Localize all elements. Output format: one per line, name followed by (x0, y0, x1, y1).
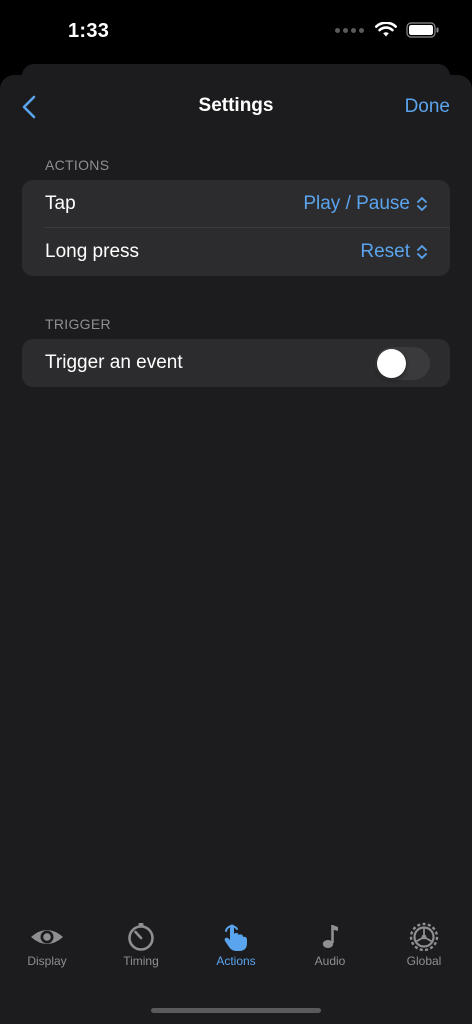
long-press-action-picker[interactable]: Reset (360, 241, 428, 263)
tab-label: Timing (123, 954, 159, 968)
row-label: Trigger an event (45, 352, 183, 373)
tap-action-row[interactable]: Tap Play / Pause (22, 180, 450, 228)
tab-label: Display (27, 954, 67, 968)
chevron-up-down-icon (417, 245, 427, 259)
picker-value: Reset (360, 241, 410, 262)
tab-bar: Display Timing Actions Audio Global (0, 912, 472, 1024)
tap-action-picker[interactable]: Play / Pause (303, 193, 428, 215)
row-label: Long press (45, 241, 140, 262)
tab-audio[interactable]: Audio (290, 922, 370, 968)
home-indicator (151, 1008, 321, 1013)
row-label: Tap (45, 193, 76, 214)
trigger-event-toggle[interactable] (375, 347, 430, 380)
tab-label: Global (406, 954, 442, 968)
section-header-actions: ACTIONS (45, 157, 110, 173)
wifi-icon (375, 22, 397, 37)
page-title: Settings (198, 95, 274, 116)
trigger-event-row: Trigger an event (22, 339, 450, 387)
section-header-trigger: TRIGGER (45, 316, 111, 332)
actions-card: Tap Play / Pause Long press Reset (22, 180, 450, 276)
long-press-action-row[interactable]: Long press Reset (22, 228, 450, 276)
tab-timing[interactable]: Timing (101, 922, 181, 968)
tab-label: Audio (314, 954, 346, 968)
toggle-knob (377, 349, 406, 378)
gear-icon (409, 922, 439, 952)
done-button[interactable]: Done (405, 96, 450, 118)
status-time: 1:33 (68, 20, 110, 42)
hand-tap-icon (224, 924, 247, 951)
chevron-up-down-icon (417, 197, 427, 211)
tab-display[interactable]: Display (7, 922, 87, 968)
tab-global[interactable]: Global (384, 922, 464, 968)
trigger-card: Trigger an event (22, 339, 450, 387)
tab-actions[interactable]: Actions (196, 922, 276, 968)
music-note-icon (322, 925, 338, 948)
cellular-signal-icon (335, 27, 364, 33)
status-bar: 1:33 (0, 0, 472, 64)
battery-icon (406, 22, 439, 38)
navigation-bar: Settings Done (0, 75, 472, 139)
status-indicators (335, 22, 440, 38)
tab-label: Actions (216, 954, 256, 968)
eye-icon (31, 930, 63, 944)
stopwatch-icon (128, 923, 154, 951)
settings-sheet: Settings Done ACTIONS Tap Play / Pause L… (0, 75, 472, 1024)
picker-value: Play / Pause (303, 193, 410, 214)
